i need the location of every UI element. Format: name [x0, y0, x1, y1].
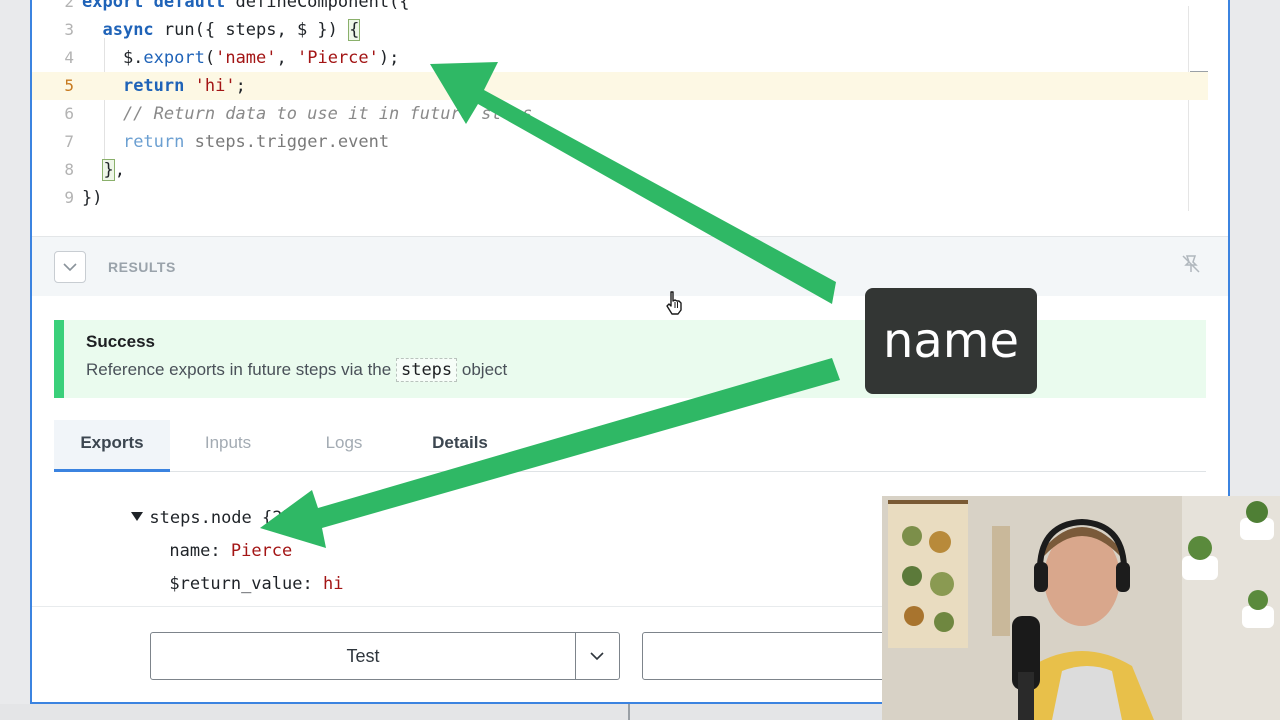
code-token: , — [276, 48, 297, 68]
results-label: RESULTS — [108, 259, 176, 275]
code-token: ; — [235, 76, 246, 96]
code-token: ); — [378, 48, 400, 68]
code-text: $.export('name', 'Pierce'); — [82, 44, 399, 72]
tab-details[interactable]: Details — [402, 420, 518, 472]
code-text: // Return data to use it in future steps — [82, 100, 532, 128]
line-number: 4 — [64, 48, 74, 67]
presenter-video-image — [882, 496, 1280, 720]
tree-item-return-value: $return_value: hi — [108, 548, 343, 594]
code-text: export default defineComponent({ — [82, 0, 410, 16]
results-header: RESULTS — [32, 236, 1228, 296]
tree-root[interactable]: steps.node {2} — [70, 482, 293, 528]
code-line[interactable]: 2 export default defineComponent({ — [32, 0, 1208, 16]
hand-cursor-icon — [664, 290, 686, 321]
steps-code-chip: steps — [395, 358, 458, 382]
code-token: defineComponent({ — [235, 0, 410, 12]
code-line[interactable]: 4 $.export('name', 'Pierce'); — [32, 44, 1208, 72]
code-token: return — [122, 132, 185, 152]
tab-inputs[interactable]: Inputs — [170, 420, 286, 472]
code-token: $. — [82, 48, 144, 68]
code-token: 'hi' — [194, 76, 236, 96]
success-message-suffix: object — [461, 360, 508, 379]
code-line[interactable]: 6 // Return data to use it in future ste… — [32, 100, 1208, 128]
line-number: 3 — [64, 20, 74, 39]
background-divider — [628, 704, 630, 720]
tab-exports[interactable]: Exports — [54, 420, 170, 472]
code-token: run({ steps, $ }) — [153, 20, 349, 40]
success-title: Success — [86, 332, 155, 351]
code-token: export — [143, 48, 205, 68]
line-number: 6 — [64, 104, 74, 123]
tab-logs[interactable]: Logs — [286, 420, 402, 472]
webcam-overlay — [882, 496, 1280, 720]
chevron-down-icon — [63, 263, 77, 272]
tree-value: hi — [322, 574, 344, 594]
code-text: }) — [82, 184, 102, 212]
code-line[interactable]: 9}) — [32, 184, 1208, 212]
chevron-down-icon — [590, 652, 604, 661]
code-token: ( — [204, 48, 216, 68]
code-text: async run({ steps, $ }) { — [82, 16, 361, 44]
test-options-button[interactable] — [576, 633, 619, 679]
background-strip — [0, 704, 882, 720]
code-line[interactable]: 3 async run({ steps, $ }) { — [32, 16, 1208, 44]
code-token: async — [102, 20, 154, 40]
collapse-results-button[interactable] — [54, 251, 86, 283]
code-line[interactable]: 5 return 'hi'; — [32, 72, 1208, 100]
code-text: return steps.trigger.event — [82, 128, 389, 156]
test-button[interactable]: Test — [151, 633, 576, 679]
code-line[interactable]: 8 }, — [32, 156, 1208, 184]
tree-item-name: name: Pierce — [108, 515, 292, 561]
line-number: 8 — [64, 160, 74, 179]
success-message: Reference exports in future steps via th… — [86, 358, 508, 382]
tree-key: $return_value: — [169, 574, 323, 594]
code-editor[interactable]: 2 export default defineComponent({3 async… — [32, 0, 1228, 236]
code-token: } — [102, 159, 115, 181]
code-token: return — [122, 76, 185, 96]
line-number: 2 — [64, 0, 74, 11]
code-token: steps.trigger.event — [184, 132, 390, 152]
line-number: 9 — [64, 188, 74, 207]
code-token: , — [114, 160, 125, 180]
test-button-group: Test — [150, 632, 620, 680]
code-token: }) — [82, 188, 103, 208]
results-tabs: Exports Inputs Logs Details — [54, 420, 1206, 472]
code-line[interactable]: 7 return steps.trigger.event — [32, 128, 1208, 156]
code-text: return 'hi'; — [82, 72, 246, 100]
code-text: }, — [82, 156, 125, 184]
line-number: 5 — [64, 76, 74, 95]
code-token: // Return data to use it in future steps — [82, 104, 533, 124]
name-callout: name — [865, 288, 1037, 394]
code-token: 'name' — [215, 48, 277, 68]
unpin-icon[interactable] — [1180, 253, 1202, 280]
line-number: 7 — [64, 132, 74, 151]
code-token: { — [348, 19, 361, 41]
code-token: 'Pierce' — [297, 48, 379, 68]
success-message-text: Reference exports in future steps via th… — [86, 360, 392, 379]
code-token: export default — [82, 0, 236, 12]
